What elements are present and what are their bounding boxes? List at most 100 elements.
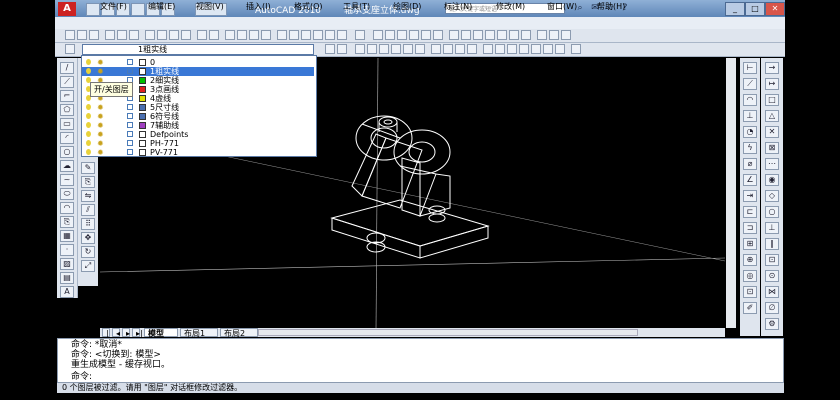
mirror-icon[interactable]: ⇋ xyxy=(81,190,95,202)
tab-first-arrow[interactable]: |◂ xyxy=(102,328,110,347)
dim-angular-side-icon[interactable]: ∠ xyxy=(743,174,757,186)
move-tool-icon[interactable] xyxy=(367,44,377,54)
layer-previous-icon[interactable] xyxy=(325,44,335,54)
menu-file[interactable]: 文件(F) xyxy=(100,1,127,12)
tab-model[interactable]: 模型 xyxy=(144,328,178,338)
menu-format[interactable]: 格式(O) xyxy=(294,1,323,12)
layer-lock-icon[interactable] xyxy=(127,104,133,110)
polygon-icon[interactable]: ⬠ xyxy=(60,104,74,116)
orbit-icon[interactable] xyxy=(409,30,419,40)
erase-tool-icon[interactable] xyxy=(555,44,565,54)
help-toolbar-icon[interactable] xyxy=(355,30,365,40)
command-window[interactable]: 命令: *取消* 命令: <切换到: 模型> 重生成模型 - 缓存视口。 命令: xyxy=(57,338,784,383)
baseline-side-icon[interactable]: ⊏ xyxy=(743,206,757,218)
construction-line-icon[interactable]: ⟋ xyxy=(60,76,74,88)
tab-layout2[interactable]: 布局2 xyxy=(220,328,258,338)
layer-color-swatch[interactable] xyxy=(139,140,146,147)
sheet-set-icon[interactable] xyxy=(313,30,323,40)
layer-thaw-icon[interactable]: ✹ xyxy=(97,139,104,148)
ellipse-arc-icon[interactable]: ◠ xyxy=(60,202,74,214)
autocad-logo-icon[interactable]: A xyxy=(58,2,76,16)
scale-icon[interactable]: ⤢ xyxy=(81,260,95,272)
snap-midpoint-icon[interactable]: △ xyxy=(765,110,779,122)
layer-on-icon[interactable] xyxy=(86,122,91,128)
layer-row-9[interactable]: ✹ PH-771 xyxy=(82,139,314,148)
layer-on-icon[interactable] xyxy=(86,149,91,155)
help-small-icon[interactable] xyxy=(571,44,581,54)
layer-color-swatch[interactable] xyxy=(139,68,146,75)
print-icon[interactable] xyxy=(131,3,145,16)
layer-color-swatch[interactable] xyxy=(139,131,146,138)
copy-icon[interactable] xyxy=(157,30,167,40)
copy-tool-icon[interactable] xyxy=(379,44,389,54)
layer-on-icon[interactable] xyxy=(86,59,91,65)
layer-row-8[interactable]: ✹ Defpoints xyxy=(82,130,314,139)
extend-tool-icon[interactable] xyxy=(415,44,425,54)
revision-cloud-icon[interactable]: ☁ xyxy=(60,160,74,172)
dim-jogged-side-icon[interactable]: ϟ xyxy=(743,142,757,154)
erase-icon[interactable]: ✎ xyxy=(81,162,95,174)
continue-side-icon[interactable]: ⊐ xyxy=(743,222,757,234)
layer-color-swatch[interactable] xyxy=(139,149,146,156)
paste-icon[interactable] xyxy=(169,30,179,40)
snap-endpoint-icon[interactable]: □ xyxy=(765,94,779,106)
menu-view[interactable]: 视图(V) xyxy=(196,1,224,12)
open-icon[interactable] xyxy=(77,30,87,40)
menu-modify[interactable]: 修改(M) xyxy=(496,1,525,12)
multiline-text-icon[interactable]: A xyxy=(60,286,74,298)
table-icon[interactable] xyxy=(561,30,571,40)
new-file-icon[interactable] xyxy=(86,3,100,16)
redo-toolbar-icon[interactable] xyxy=(209,30,219,40)
object-snap-icon[interactable] xyxy=(385,30,395,40)
layer-row-5[interactable]: ✹ 5尺寸线 xyxy=(82,103,314,112)
dim-aligned-side-icon[interactable]: ⟋ xyxy=(743,78,757,90)
menu-window[interactable]: 窗口(W) xyxy=(547,1,577,12)
snap-parallel-icon[interactable]: ∥ xyxy=(765,238,779,250)
snap-intersection-icon[interactable]: ✕ xyxy=(765,126,779,138)
snap-quadrant-icon[interactable]: ◇ xyxy=(765,190,779,202)
tab-last-arrow[interactable]: ▸| xyxy=(132,328,143,338)
publish-icon[interactable] xyxy=(129,30,139,40)
tab-prev-arrow[interactable]: ◂ xyxy=(112,328,120,338)
ellipse-icon[interactable]: ⬭ xyxy=(60,188,74,200)
view-cube-icon[interactable] xyxy=(433,30,443,40)
layer-color-swatch[interactable] xyxy=(139,86,146,93)
dim-radius-side-icon[interactable]: ◔ xyxy=(743,126,757,138)
layer-row-10[interactable]: ✹ PV-771 xyxy=(82,148,314,157)
layer-thaw-icon[interactable]: ✹ xyxy=(97,103,104,112)
layer-thaw-icon[interactable]: ✹ xyxy=(97,130,104,139)
layer-on-icon[interactable] xyxy=(86,68,91,74)
quick-dim-side-icon[interactable]: ⇥ xyxy=(743,190,757,202)
arc-icon[interactable]: ◜ xyxy=(60,132,74,144)
dim-diameter-icon[interactable] xyxy=(509,30,519,40)
zoom-previous-icon[interactable] xyxy=(261,30,271,40)
properties-icon[interactable] xyxy=(277,30,287,40)
move-icon[interactable]: ✥ xyxy=(81,232,95,244)
fillet-tool-icon[interactable] xyxy=(431,44,441,54)
calculator-icon[interactable] xyxy=(337,30,347,40)
snap-settings-icon[interactable]: ⚙ xyxy=(765,318,779,330)
circle-icon[interactable]: ○ xyxy=(60,146,74,158)
zoom-extents-icon[interactable] xyxy=(397,30,407,40)
tab-next-arrow[interactable]: ▸ xyxy=(122,328,130,338)
dim-diameter-side-icon[interactable]: ⌀ xyxy=(743,158,757,170)
snap-insert-icon[interactable]: ⊡ xyxy=(765,254,779,266)
snap-node-icon[interactable]: ⊙ xyxy=(765,270,779,282)
dim-arc-icon[interactable] xyxy=(473,30,483,40)
match-properties-icon[interactable] xyxy=(181,30,191,40)
dim-aligned-icon[interactable] xyxy=(461,30,471,40)
close-button[interactable]: ✕ xyxy=(765,2,785,16)
layer-lock-icon[interactable] xyxy=(127,122,133,128)
layer-row-6[interactable]: ✹ 6符号线 xyxy=(82,112,314,121)
dim-linear-icon[interactable] xyxy=(449,30,459,40)
insert-block-icon[interactable]: ⎘ xyxy=(60,216,74,228)
rectangle-icon[interactable]: ▭ xyxy=(60,118,74,130)
layer-on-icon[interactable] xyxy=(86,131,91,137)
new-icon[interactable] xyxy=(65,30,75,40)
cut-icon[interactable] xyxy=(145,30,155,40)
layer-lock-icon[interactable] xyxy=(127,140,133,146)
dim-angular-icon[interactable] xyxy=(521,30,531,40)
line-tool-icon[interactable] xyxy=(355,44,365,54)
center-mark-side-icon[interactable]: ⊕ xyxy=(743,254,757,266)
tool-palettes-icon[interactable] xyxy=(301,30,311,40)
